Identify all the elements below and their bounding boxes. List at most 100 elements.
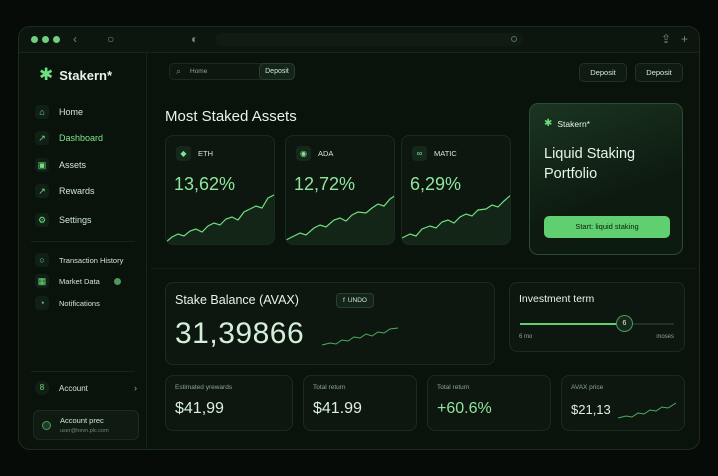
sidebar-item-dashboard[interactable]: ↗ Dashboard	[35, 130, 103, 146]
history-icon: ○	[35, 253, 49, 267]
ada-icon: ◉	[296, 146, 311, 161]
sidebar-item-market-data[interactable]: ▦ Market Data	[35, 273, 121, 289]
brand-star-icon: ✱	[544, 118, 553, 129]
reload-icon[interactable]: ○	[107, 32, 114, 46]
sidebar-item-label: Market Data	[59, 276, 100, 286]
grid-icon: ▦	[35, 274, 49, 288]
window-dot-icon[interactable]	[53, 36, 60, 43]
sidebar-item-label: Transaction History	[59, 255, 124, 265]
sidebar-item-notifications[interactable]: ◔ Notifications	[35, 295, 100, 311]
section-title: Most Staked Assets	[165, 108, 297, 125]
stat-value: $41,99	[175, 400, 224, 417]
price-sparkline	[618, 402, 676, 419]
sidebar-item-rewards[interactable]: ↗ Rewards	[35, 183, 95, 199]
sidebar-item-label: Dashboard	[59, 133, 104, 143]
balance-value: 31,39866	[175, 317, 305, 350]
promo-brand: ✱ Stakern*	[544, 118, 590, 129]
liquid-staking-promo: ✱ Stakern* Liquid Staking Portfolio Star…	[529, 103, 683, 255]
bell-icon: ◔	[35, 296, 49, 310]
new-tab-icon[interactable]: +	[681, 32, 688, 46]
balance-title: Stake Balance (AVAX)	[175, 293, 299, 307]
stat-value: $21,13	[571, 402, 611, 417]
chevron-right-icon: ›	[134, 383, 137, 393]
stat-value: $41.99	[313, 400, 362, 417]
sparkline	[166, 194, 274, 244]
sidebar-item-assets[interactable]: ▣ Assets	[35, 157, 86, 173]
gear-icon: ⚙	[35, 213, 49, 227]
stat-label: Total return	[313, 384, 346, 391]
asset-symbol: ETH	[198, 149, 213, 158]
sidebar-divider	[31, 371, 135, 372]
sidebar-item-label: Settings	[59, 215, 92, 225]
sidebar-divider	[31, 241, 135, 242]
stat-label: Estimated yrewards	[175, 384, 233, 391]
brand[interactable]: ✱ Stakern*	[39, 65, 112, 85]
sidebar-item-label: Notifications	[59, 298, 100, 308]
brand-name: Stakern*	[59, 67, 112, 83]
matic-icon: ∞	[412, 146, 427, 161]
term-max-label: moses	[656, 334, 674, 340]
stat-estimated-rewards: Estimated yrewards $41,99	[165, 375, 293, 431]
search-placeholder: Home	[190, 68, 208, 75]
account-email: user@hevn.plc.com	[60, 428, 109, 434]
asset-symbol: ADA	[318, 149, 334, 158]
wallet-icon: ▣	[35, 158, 49, 172]
sparkline	[402, 194, 510, 244]
avatar	[42, 421, 51, 430]
investment-title: Investment term	[519, 293, 595, 305]
term-slider-thumb[interactable]: 6	[616, 315, 633, 332]
app-window: ‹ ○ ◐ ⇪ + ✱ Stakern* ⌂ Home ↗ Dashboard …	[18, 26, 700, 450]
asset-symbol: MATIC	[434, 149, 457, 158]
asset-card-eth[interactable]: ◆ ETH 13,62%	[165, 135, 275, 245]
stat-avax-price: AVAX price $21,13	[561, 375, 685, 431]
sparkline	[286, 195, 394, 244]
account-card[interactable]: Account prec user@hevn.plc.com	[33, 410, 139, 440]
promo-brand-name: Stakern*	[557, 118, 590, 129]
account-label: Account	[59, 383, 88, 393]
stat-value: +60.6%	[437, 400, 492, 417]
window-dot-icon[interactable]	[31, 36, 38, 43]
window-dot-icon[interactable]	[42, 36, 49, 43]
sidebar-item-settings[interactable]: ⚙ Settings	[35, 212, 92, 228]
section-divider	[151, 268, 697, 269]
home-icon: ⌂	[35, 105, 49, 119]
eth-icon: ◆	[176, 146, 191, 161]
sidebar-item-label: Home	[59, 107, 84, 117]
sidebar-item-home[interactable]: ⌂ Home	[35, 104, 83, 120]
stat-label: AVAX price	[571, 384, 604, 391]
sidebar-item-transaction-history[interactable]: ○ Transaction History	[35, 252, 123, 268]
sidebar-item-label: Assets	[59, 160, 87, 170]
chart-line-icon: ↗	[35, 131, 49, 145]
account-name: Account prec	[60, 416, 104, 425]
term-min-label: 6 mo	[519, 334, 533, 340]
trend-icon: ↗	[35, 184, 49, 198]
deposit-button[interactable]: Deposit	[579, 63, 627, 82]
user-icon: 8	[35, 381, 49, 395]
brand-star-icon: ✱	[39, 65, 54, 84]
status-dot-icon	[113, 277, 121, 285]
term-slider-track[interactable]	[520, 323, 624, 325]
promo-title: Liquid Staking Portfolio	[544, 146, 636, 182]
theme-toggle-icon[interactable]: ◐	[191, 32, 198, 46]
search-input[interactable]: ⌕ Home	[169, 63, 271, 80]
sidebar-item-label: Rewards	[59, 186, 95, 196]
asset-card-matic[interactable]: ∞ MATIC 6,29%	[401, 135, 511, 245]
undo-icon: f	[343, 297, 345, 304]
address-bar[interactable]	[215, 33, 523, 46]
stake-balance-card: Stake Balance (AVAX) f UNDO 31,39866	[165, 282, 495, 365]
investment-term-card: Investment term 6 6 mo moses	[509, 282, 685, 352]
search-deposit-button[interactable]: Deposit	[259, 63, 295, 80]
asset-card-ada[interactable]: ◉ ADA 12,72%	[285, 135, 395, 245]
window-titlebar: ‹ ○ ◐ ⇪ +	[19, 27, 699, 53]
search-icon: ⌕	[176, 66, 182, 76]
start-liquid-staking-button[interactable]: Start: liquid staking	[544, 216, 670, 238]
undo-label: UNDO	[347, 297, 367, 304]
account-menu[interactable]: 8 Account ›	[35, 381, 137, 395]
deposit-button-secondary[interactable]: Deposit	[635, 63, 683, 82]
stat-total-return: Total return $41.99	[303, 375, 417, 431]
stat-label: Total return	[437, 384, 470, 391]
stat-total-return-percent: Total return +60.6%	[427, 375, 551, 431]
back-icon[interactable]: ‹	[73, 32, 77, 46]
undo-button[interactable]: f UNDO	[336, 293, 374, 308]
share-icon[interactable]: ⇪	[661, 32, 671, 46]
